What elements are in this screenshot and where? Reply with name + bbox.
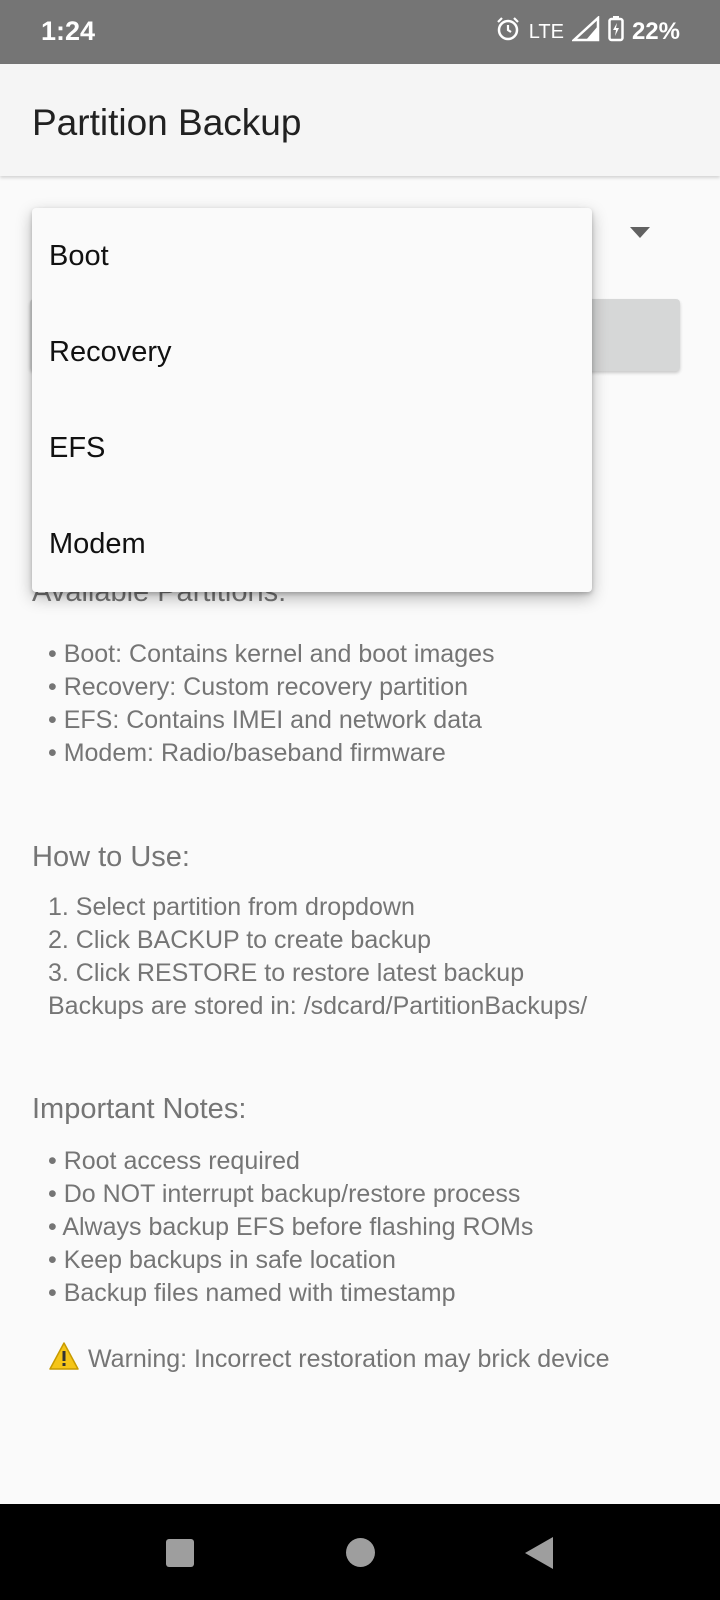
section-title-howto: How to Use: [32,841,190,873]
network-type: LTE [528,20,564,43]
home-icon[interactable] [346,1538,375,1567]
list-item: • Boot: Contains kernel and boot images [48,640,495,668]
list-item: 1. Select partition from dropdown [48,893,415,921]
dropdown-arrow-icon[interactable] [630,227,650,238]
back-icon[interactable] [525,1537,553,1569]
recents-icon[interactable] [166,1539,194,1567]
list-item: 2. Click BACKUP to create backup [48,926,432,954]
warning-message: Warning: Incorrect restoration may brick… [48,1341,609,1378]
page-title: Partition Backup [32,102,302,143]
warning-icon [48,1341,80,1378]
alarm-icon [495,16,521,49]
battery-percent: 22% [631,18,680,45]
list-item: • Backup files named with timestamp [48,1279,456,1307]
notes-list: • Root access required • Do NOT interrup… [48,1145,533,1310]
list-item: • Keep backups in safe location [48,1246,396,1274]
list-item: • Recovery: Custom recovery partition [48,673,469,701]
list-item: • Do NOT interrupt backup/restore proces… [48,1180,521,1208]
warning-text: Warning: Incorrect restoration may brick… [88,1345,610,1373]
list-item: 3. Click RESTORE to restore latest backu… [48,959,525,987]
section-title-notes: Important Notes: [32,1093,247,1125]
list-item: Backups are stored in: /sdcard/Partition… [48,992,588,1020]
app-bar: Partition Backup [0,64,720,176]
howto-list: 1. Select partition from dropdown 2. Cli… [48,891,587,1023]
signal-icon [570,14,600,49]
partitions-list: • Boot: Contains kernel and boot images … [48,638,495,770]
dropdown-option-recovery[interactable]: Recovery [32,304,592,400]
dropdown-option-efs[interactable]: EFS [32,400,592,496]
list-item: • Modem: Radio/baseband firmware [48,739,446,767]
list-item: • Always backup EFS before flashing ROMs [48,1213,534,1241]
navigation-bar [0,1504,720,1600]
battery-charging-icon [608,15,624,49]
list-item: • Root access required [48,1147,300,1175]
partition-dropdown-menu: Boot Recovery EFS Modem [32,208,592,592]
status-time: 1:24 [41,16,96,46]
status-bar: 1:24 LTE 22% [0,0,720,64]
dropdown-option-boot[interactable]: Boot [32,208,592,304]
list-item: • EFS: Contains IMEI and network data [48,706,482,734]
status-icons: LTE 22% [495,14,680,49]
dropdown-option-modem[interactable]: Modem [32,496,592,592]
